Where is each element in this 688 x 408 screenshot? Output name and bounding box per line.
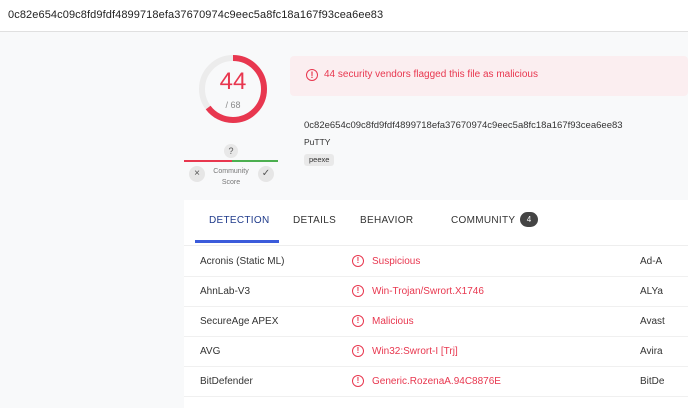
top-bar: 0c82e654c09c8fd9fdf4899718efa37670974c9e…: [0, 0, 688, 32]
tab-detection[interactable]: DETECTION: [209, 215, 269, 226]
tab-bar: DETECTION DETAILS BEHAVIOR COMMUNITY 4: [184, 200, 688, 246]
detection-result: Win32:Swrort-I [Trj]: [372, 346, 458, 357]
detection-row: Acronis (Static ML) ! Suspicious Ad-A: [184, 247, 688, 277]
malicious-icon: !: [352, 285, 364, 297]
engine-name-right: Avast: [640, 316, 665, 327]
engine-name: Acronis (Static ML): [200, 256, 285, 267]
malicious-icon: !: [352, 315, 364, 327]
tab-community[interactable]: COMMUNITY: [451, 215, 515, 226]
detection-result: Generic.RozenaA.94C8876E: [372, 376, 501, 387]
engine-name-right: Avira: [640, 346, 663, 357]
engine-name-right: ALYa: [640, 286, 663, 297]
detection-row: AVG ! Win32:Swrort-I [Trj] Avira: [184, 337, 688, 367]
vote-harmful-icon[interactable]: ×: [189, 166, 205, 182]
engine-name: BitDefender: [200, 376, 253, 387]
vote-harmless-icon[interactable]: ✓: [258, 166, 274, 182]
search-hash[interactable]: 0c82e654c09c8fd9fdf4899718efa37670974c9e…: [8, 9, 383, 21]
file-hash: 0c82e654c09c8fd9fdf4899718efa37670974c9e…: [304, 120, 623, 131]
detection-count: 44: [219, 68, 247, 95]
alert-text: 44 security vendors flagged this file as…: [324, 69, 538, 80]
detection-row: AhnLab-V3 ! Win-Trojan/Swrort.X1746 ALYa: [184, 277, 688, 307]
report-main: 44 / 68 ? × Community Score ✓ ! 44 secur…: [184, 46, 688, 408]
community-score-value: ?: [224, 144, 238, 158]
community-count-badge: 4: [520, 212, 538, 227]
tab-details[interactable]: DETAILS: [293, 215, 336, 226]
file-name: PuTTY: [304, 137, 331, 147]
detection-result: Suspicious: [372, 256, 421, 267]
results-panel: DETECTION DETAILS BEHAVIOR COMMUNITY 4 A…: [184, 200, 688, 408]
engine-name-right: Ad-A: [640, 256, 663, 267]
detection-row: BitDefender ! Generic.RozenaA.94C8876E B…: [184, 367, 688, 397]
engine-name-right: BitDe: [640, 376, 665, 387]
malicious-icon: !: [352, 255, 364, 267]
alert-icon: !: [306, 69, 318, 81]
malicious-alert: ! 44 security vendors flagged this file …: [290, 56, 688, 96]
detection-row: SecureAge APEX ! Malicious Avast: [184, 307, 688, 337]
community-score-label: Community Score: [213, 168, 249, 186]
detection-result: Win-Trojan/Swrort.X1746: [372, 286, 484, 297]
file-tag[interactable]: peexe: [304, 154, 335, 166]
malicious-icon: !: [352, 375, 364, 387]
detection-score-ring: 44 / 68: [198, 54, 268, 124]
malicious-icon: !: [352, 345, 364, 357]
community-score-bar: [184, 160, 278, 162]
engine-name: AhnLab-V3: [200, 286, 251, 297]
engine-name: AVG: [200, 346, 221, 357]
tab-behavior[interactable]: BEHAVIOR: [360, 215, 413, 226]
engine-total: / 68: [225, 100, 241, 110]
engine-name: SecureAge APEX: [200, 316, 279, 327]
detection-result: Malicious: [372, 316, 414, 327]
active-tab-indicator: [195, 240, 279, 243]
